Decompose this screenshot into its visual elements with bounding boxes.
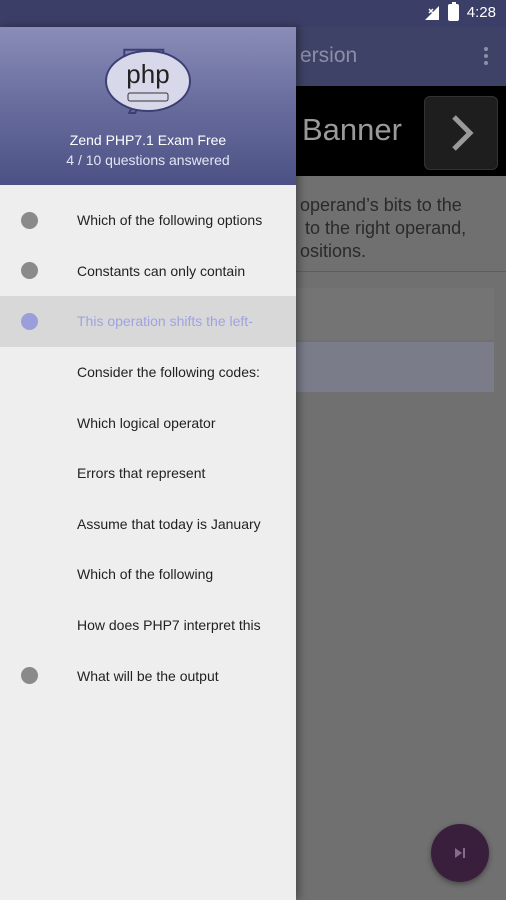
- skip-next-icon: [455, 848, 465, 858]
- list-item[interactable]: What will be the output: [0, 650, 296, 701]
- list-item-active[interactable]: This operation shifts the left-: [0, 296, 296, 347]
- answered-dot-icon: [21, 667, 38, 685]
- list-item-label: Constants can only contain: [77, 262, 246, 279]
- status-time: 4:28: [466, 4, 496, 21]
- list-item-label: This operation shifts the left-: [77, 313, 253, 330]
- list-item[interactable]: Constants can only contain: [0, 246, 296, 297]
- list-item-label: Consider the following codes:: [77, 364, 260, 381]
- status-icons: 4:28: [424, 2, 496, 21]
- list-item-label: Which of the following options: [77, 212, 263, 229]
- app-title: Zend PHP7.1 Exam Free: [69, 132, 227, 148]
- list-item[interactable]: Which of the following: [0, 549, 296, 600]
- signal-icon: [424, 5, 439, 20]
- list-item[interactable]: Errors that represent: [0, 448, 296, 499]
- navigation-drawer: 7 php Zend PHP7.1 Exam Free 4 / 10 quest…: [0, 27, 296, 900]
- list-item-label: Which of the following: [77, 566, 214, 583]
- list-item-label: Which logical operator: [77, 414, 216, 431]
- list-item[interactable]: How does PHP7 interpret this: [0, 600, 296, 651]
- drawer-header: 7 php Zend PHP7.1 Exam Free 4 / 10 quest…: [0, 27, 296, 185]
- more-vert-icon[interactable]: [484, 47, 488, 65]
- list-item-label: What will be the output: [77, 667, 219, 684]
- list-item[interactable]: Consider the following codes:: [0, 347, 296, 398]
- list-item-label: Assume that today is January: [77, 515, 261, 532]
- banner-next-button[interactable]: [424, 96, 498, 170]
- php7-logo: 7 php: [105, 31, 191, 131]
- answered-dot-icon: [21, 211, 38, 229]
- svg-text:php: php: [126, 59, 169, 89]
- status-bar: 4:28: [0, 0, 506, 27]
- answered-dot-icon: [21, 262, 38, 280]
- question-text: operand’s bits to the to the right opera…: [300, 195, 467, 261]
- list-item[interactable]: Which logical operator: [0, 397, 296, 448]
- list-item-label: How does PHP7 interpret this: [77, 617, 261, 634]
- answered-dot-icon: [21, 312, 38, 330]
- banner-text: Banner: [302, 112, 402, 147]
- list-item-label: Errors that represent: [77, 465, 206, 482]
- progress-text: 4 / 10 questions answered: [66, 152, 230, 168]
- chevron-right-icon: [452, 115, 474, 151]
- list-item[interactable]: Which of the following options: [0, 195, 296, 246]
- toolbar-title: ersion: [300, 44, 358, 67]
- list-item[interactable]: Assume that today is January: [0, 499, 296, 550]
- battery-icon: [447, 2, 459, 21]
- next-fab-button[interactable]: [431, 824, 489, 882]
- question-list: Which of the following options Constants…: [0, 195, 296, 701]
